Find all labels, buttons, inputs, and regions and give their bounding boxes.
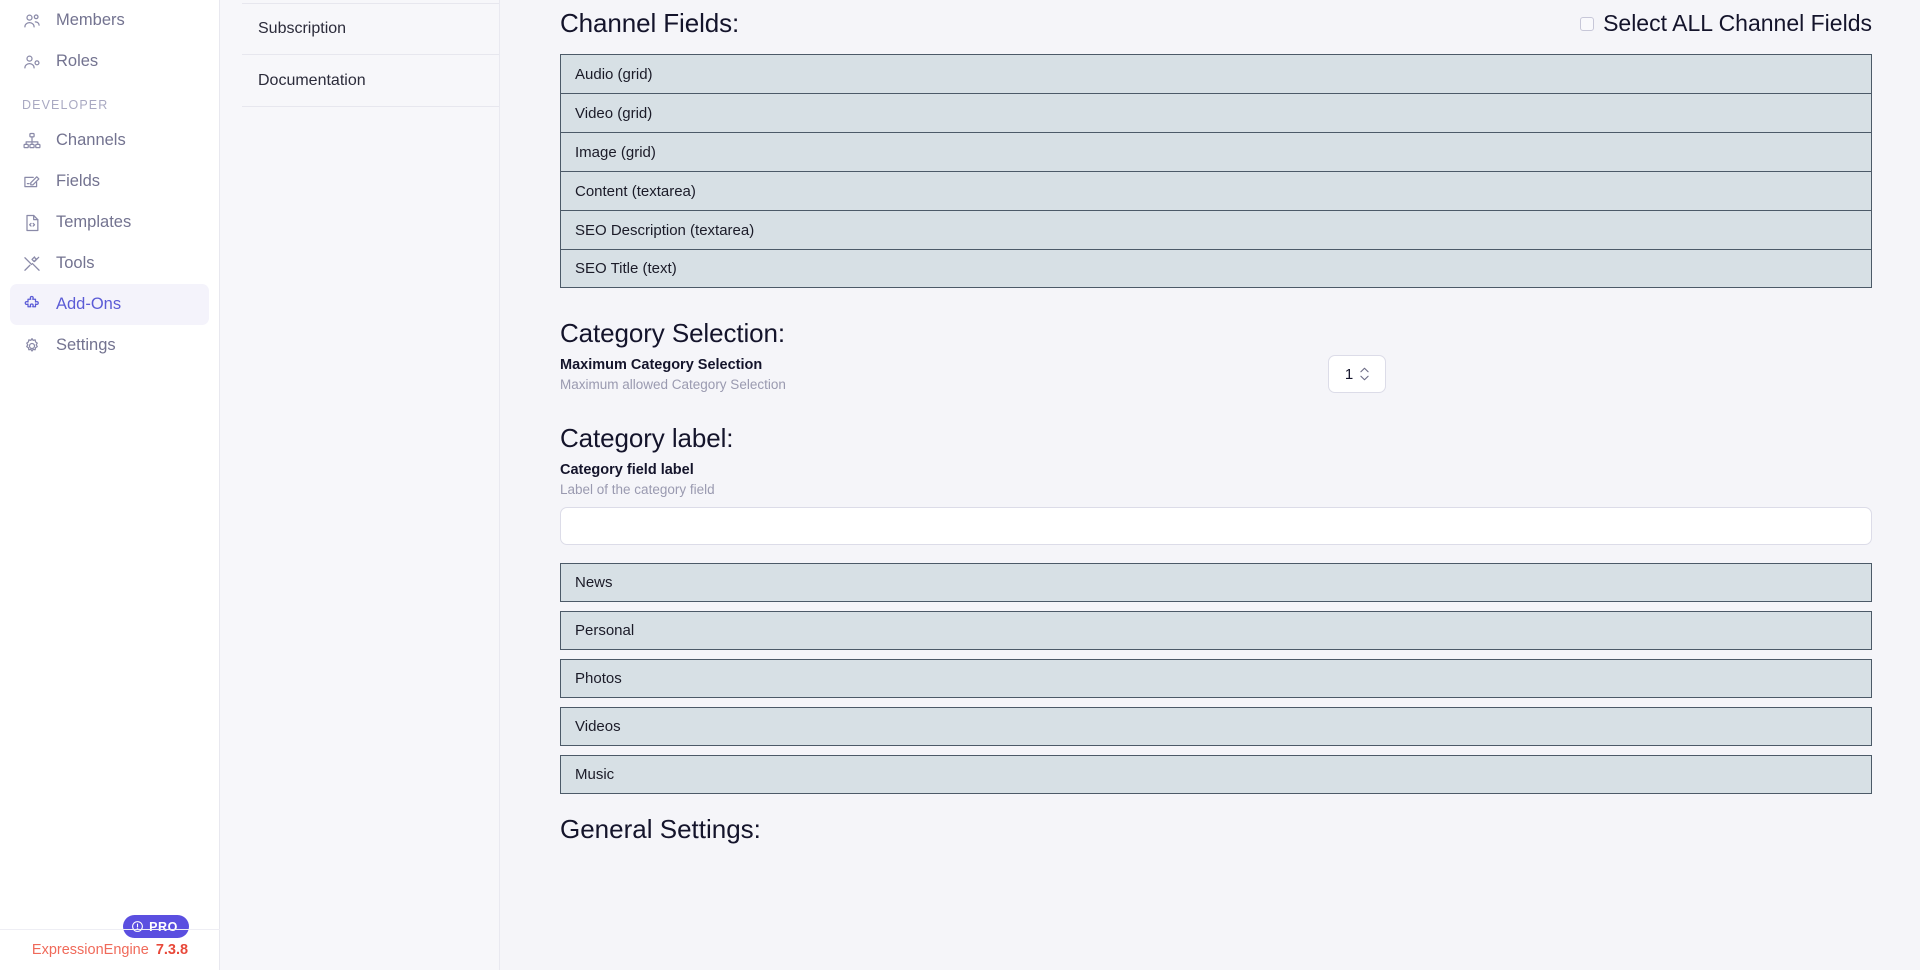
channel-field-label: SEO Description (textarea): [575, 222, 754, 239]
product-version: 7.3.8: [156, 942, 188, 958]
channel-fields-title: Channel Fields:: [560, 8, 739, 39]
sidebar-item-tools[interactable]: Tools: [10, 243, 209, 284]
main-content: Channel Fields: Select ALL Channel Field…: [500, 0, 1920, 970]
channel-fields-list: Audio (grid) Video (grid) Image (grid) C…: [560, 54, 1872, 288]
channel-fields-header: Channel Fields: Select ALL Channel Field…: [560, 0, 1872, 39]
sidebar-item-settings[interactable]: Settings: [10, 325, 209, 366]
sidebar-item-channels[interactable]: Channels: [10, 120, 209, 161]
roles-icon: [22, 52, 42, 72]
category-label: Videos: [575, 718, 621, 735]
category-label-section: Category label: Category field label Lab…: [560, 423, 1872, 545]
tools-icon: [22, 254, 42, 274]
category-label: Music: [575, 766, 614, 783]
category-selection-title: Category Selection:: [560, 318, 1872, 349]
sidebar-item-label: Add-Ons: [56, 295, 121, 314]
channel-field-label: SEO Title (text): [575, 260, 677, 277]
members-icon: [22, 11, 42, 31]
product-name: ExpressionEngine: [32, 942, 149, 958]
stepper-arrows[interactable]: [1360, 367, 1369, 381]
sidebar-item-label: Members: [56, 11, 125, 30]
templates-icon: [22, 213, 42, 233]
category-field-label-description: Label of the category field: [560, 482, 1872, 497]
secondary-nav: Subscription Documentation: [220, 0, 500, 970]
primary-sidebar: Members Roles DEVELOPER: [0, 0, 220, 970]
sidebar-item-label: Channels: [56, 131, 126, 150]
category-row[interactable]: Personal: [560, 611, 1872, 650]
sidebar-item-label: Fields: [56, 172, 100, 191]
channel-field-label: Audio (grid): [575, 66, 653, 83]
channel-field-label: Content (textarea): [575, 183, 696, 200]
category-field-label-input[interactable]: [560, 507, 1872, 545]
channel-field-row[interactable]: Image (grid): [560, 132, 1872, 171]
category-label-title: Category label:: [560, 423, 1872, 454]
sidebar-item-label: Settings: [56, 336, 116, 355]
category-row[interactable]: Videos: [560, 707, 1872, 746]
select-all-checkbox[interactable]: [1580, 17, 1594, 31]
sidebar-item-label: Tools: [56, 254, 95, 273]
channel-field-row[interactable]: Content (textarea): [560, 171, 1872, 210]
channel-field-row[interactable]: Video (grid): [560, 93, 1872, 132]
channel-field-label: Video (grid): [575, 105, 652, 122]
sidebar-nav: Members Roles DEVELOPER: [0, 0, 219, 366]
select-all-label: Select ALL Channel Fields: [1603, 10, 1872, 37]
sidebar-item-roles[interactable]: Roles: [10, 41, 209, 82]
addons-icon: [22, 295, 42, 315]
category-selection-section: Category Selection: Maximum Category Sel…: [560, 318, 1872, 393]
max-category-selection-description: Maximum allowed Category Selection: [560, 377, 786, 392]
category-row[interactable]: Photos: [560, 659, 1872, 698]
subnav-item-label: Subscription: [258, 20, 346, 38]
channel-field-row[interactable]: SEO Description (textarea): [560, 210, 1872, 249]
category-label: Photos: [575, 670, 622, 687]
general-settings-title: General Settings:: [560, 814, 1872, 845]
channel-field-row[interactable]: Audio (grid): [560, 54, 1872, 93]
category-row[interactable]: News: [560, 563, 1872, 602]
max-category-selection-value: 1: [1345, 366, 1353, 383]
category-field-label-label: Category field label: [560, 462, 1872, 478]
category-label: Personal: [575, 622, 634, 639]
category-row[interactable]: Music: [560, 755, 1872, 794]
sidebar-footer: ExpressionEngine 7.3.8: [0, 929, 220, 970]
select-all-channel-fields[interactable]: Select ALL Channel Fields: [1580, 10, 1872, 37]
sidebar-item-label: Templates: [56, 213, 131, 232]
sidebar-item-add-ons[interactable]: Add-Ons: [10, 284, 209, 325]
channel-field-row[interactable]: SEO Title (text): [560, 249, 1872, 288]
sidebar-item-label: Roles: [56, 52, 98, 71]
chevron-up-icon: [1360, 367, 1369, 373]
max-category-selection-stepper[interactable]: 1: [1328, 355, 1386, 393]
sidebar-item-templates[interactable]: Templates: [10, 202, 209, 243]
sidebar-item-fields[interactable]: Fields: [10, 161, 209, 202]
subnav-item-subscription[interactable]: Subscription: [242, 3, 499, 55]
max-category-selection-label: Maximum Category Selection: [560, 357, 786, 373]
category-list: News Personal Photos Videos Music: [560, 563, 1872, 794]
subnav-item-documentation[interactable]: Documentation: [242, 55, 499, 107]
sidebar-item-members[interactable]: Members: [10, 0, 209, 41]
category-label: News: [575, 574, 613, 591]
subnav-item-label: Documentation: [258, 72, 366, 90]
app-root: Members Roles DEVELOPER: [0, 0, 1920, 970]
channels-icon: [22, 131, 42, 151]
chevron-down-icon: [1360, 375, 1369, 381]
fields-icon: [22, 172, 42, 192]
settings-icon: [22, 336, 42, 356]
channel-field-label: Image (grid): [575, 144, 656, 161]
sidebar-section-developer: DEVELOPER: [10, 82, 209, 120]
